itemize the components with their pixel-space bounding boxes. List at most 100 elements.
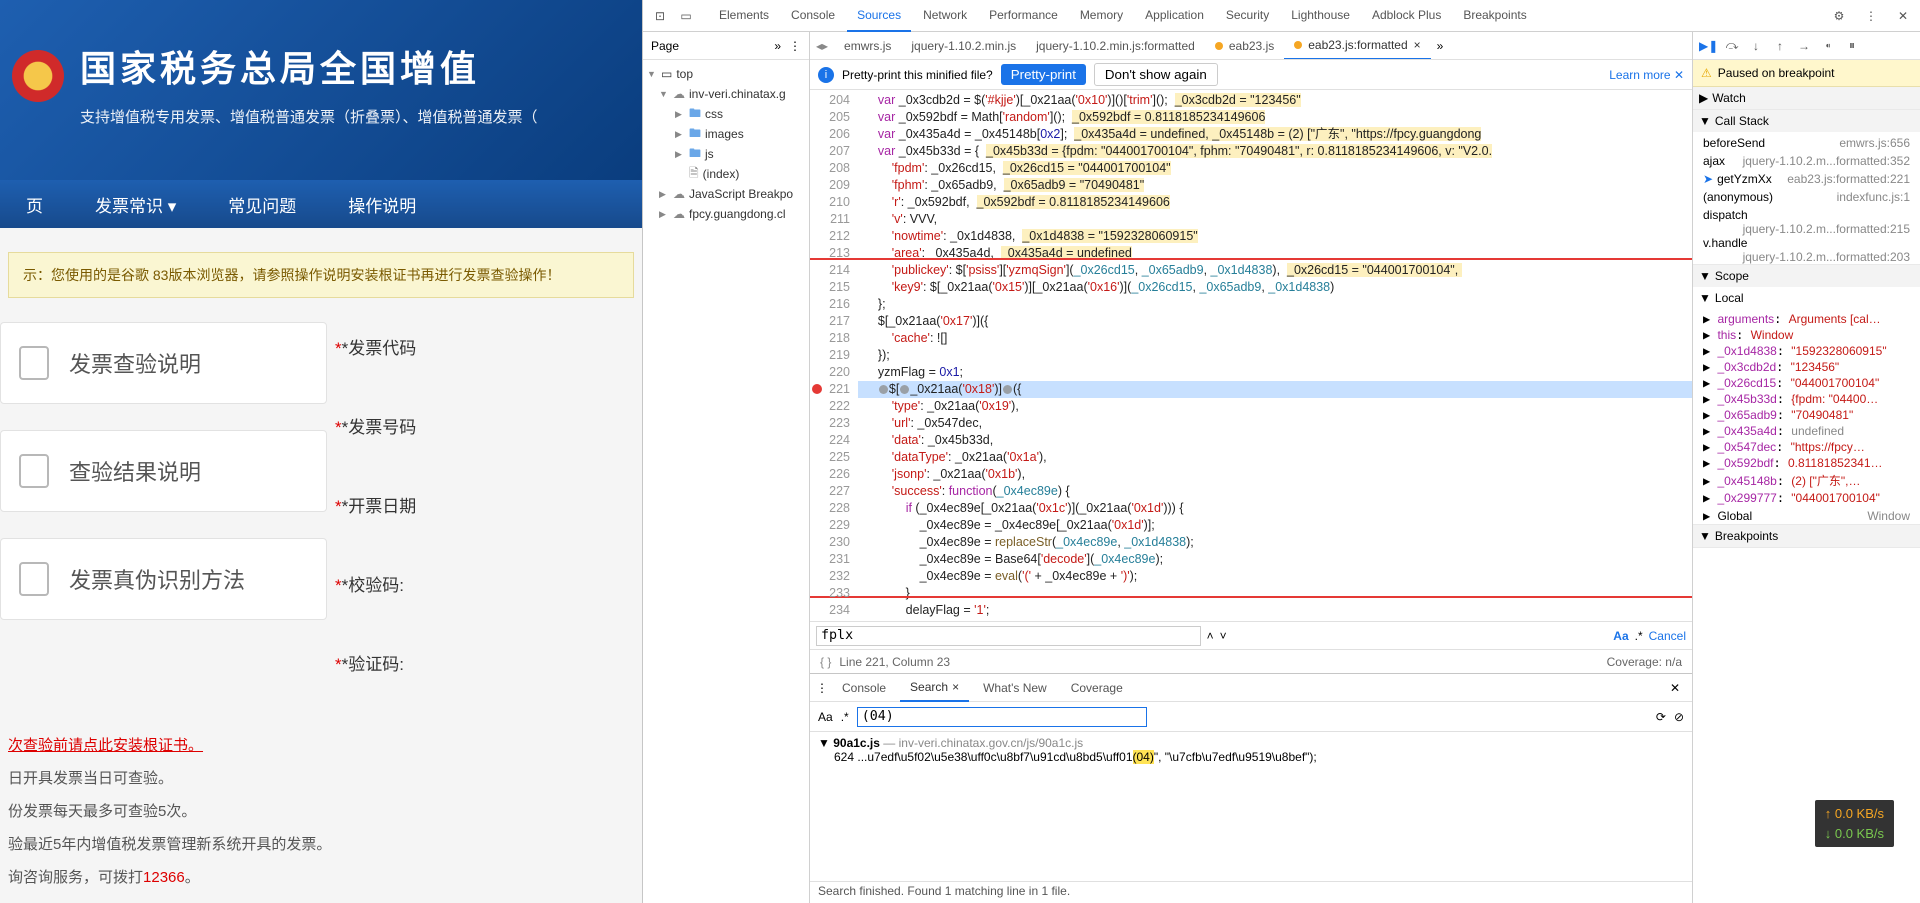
scope-variable[interactable]: ▶ this: Window (1693, 327, 1920, 343)
scope-variable[interactable]: ▶ _0x3cdb2d: "123456" (1693, 359, 1920, 375)
form-label: **校验码: (335, 571, 642, 596)
more-tabs-icon[interactable]: » (774, 39, 781, 53)
devtools-tab[interactable]: Adblock Plus (1362, 0, 1451, 32)
cert-link[interactable]: 次查验前请点此安装根证书。 (8, 737, 203, 754)
scope-variable[interactable]: ▶ _0x547dec: "https://fpcy… (1693, 439, 1920, 455)
cloud-icon: ☁ (673, 207, 685, 221)
scope-variable[interactable]: ▶ _0x26cd15: "044001700104" (1693, 375, 1920, 391)
debugger-toolbar: ▶❚ ⤼ ↓ ↑ → ⁌ ⏸ (1693, 32, 1920, 60)
search-results[interactable]: ▼ 90a1c.js — inv-veri.chinatax.gov.cn/js… (810, 732, 1692, 881)
devtools-tab[interactable]: Console (781, 0, 845, 32)
devtools-drawer: ⋮ Console Search × What's New Coverage ✕… (810, 673, 1692, 903)
devtools-tab[interactable]: Lighthouse (1281, 0, 1360, 32)
close-icon[interactable]: × (1414, 38, 1421, 52)
close-icon[interactable]: ✕ (1892, 9, 1914, 23)
drawer-tab-console[interactable]: Console (832, 675, 896, 701)
match-case-icon[interactable]: Aa (1613, 629, 1628, 643)
device-icon[interactable]: ▭ (675, 9, 697, 23)
more-tabs-left-icon[interactable]: ◂▸ (810, 39, 834, 53)
format-icon[interactable]: { } (820, 655, 839, 669)
local-scope[interactable]: ▼ Local (1693, 287, 1920, 309)
clear-icon[interactable]: ⊘ (1674, 710, 1684, 724)
callstack-frame[interactable]: getYzmXxeab23.js:formatted:221 (1693, 170, 1920, 188)
dont-show-button[interactable]: Don't show again (1094, 63, 1218, 86)
deactivate-bp-icon[interactable]: ⁌ (1819, 39, 1837, 53)
drawer-more-icon[interactable]: ⋮ (816, 681, 828, 695)
file-tab[interactable]: emwrs.js (834, 33, 901, 59)
devtools-tab[interactable]: Application (1135, 0, 1214, 32)
nav-item[interactable]: 发票常识 ▾ (69, 192, 202, 217)
watch-section[interactable]: ▶ Watch (1693, 87, 1920, 109)
nav-item[interactable]: 操作说明 (322, 192, 442, 217)
info-card[interactable]: 发票真伪识别方法 (0, 538, 327, 620)
page-notes: 次查验前请点此安装根证书。 日开具发票当日可查验。 份发票每天最多可查验5次。 … (0, 729, 642, 894)
scope-variable[interactable]: ▶ _0x299777: "044001700104" (1693, 490, 1920, 506)
more-icon[interactable]: ⋮ (1860, 9, 1882, 23)
page-header: 国家税务总局全国增值 支持增值税专用发票、增值税普通发票（折叠票）、增值税普通发… (0, 0, 642, 180)
resume-icon[interactable]: ▶❚ (1699, 39, 1717, 53)
close-icon[interactable]: ✕ (1674, 68, 1684, 82)
line-gutter[interactable]: 2042052062072082092102112122132142152162… (810, 90, 858, 621)
step-into-icon[interactable]: ↓ (1747, 39, 1765, 53)
refresh-icon[interactable]: ⟳ (1656, 710, 1666, 724)
regex-icon[interactable]: .* (841, 710, 849, 724)
next-match-icon[interactable]: ˅ (1220, 629, 1227, 643)
scope-variable[interactable]: ▶ arguments: Arguments [cal… (1693, 311, 1920, 327)
drawer-tab-whatsnew[interactable]: What's New (973, 675, 1057, 701)
learn-more-link[interactable]: Learn more ✕ (1609, 68, 1684, 82)
pause-exceptions-icon[interactable]: ⏸ (1843, 38, 1861, 53)
callstack-frame[interactable]: dispatchjquery-1.10.2.m...formatted:215 (1693, 206, 1920, 224)
info-card[interactable]: 查验结果说明 (0, 430, 327, 512)
scope-variable[interactable]: ▶ _0x592bdf: 0.81181852341… (1693, 455, 1920, 471)
devtools-tab[interactable]: Breakpoints (1453, 0, 1536, 32)
devtools-tab[interactable]: Sources (847, 0, 911, 32)
find-input[interactable] (816, 626, 1201, 646)
prev-match-icon[interactable]: ˄ (1207, 629, 1214, 643)
file-tab[interactable]: eab23.js:formatted × (1284, 32, 1430, 60)
more-tabs-icon[interactable]: » (1431, 39, 1450, 53)
cancel-find[interactable]: Cancel (1649, 629, 1686, 643)
close-drawer-icon[interactable]: ✕ (1664, 681, 1686, 695)
drawer-tab-search[interactable]: Search × (900, 674, 969, 702)
file-tab[interactable]: jquery-1.10.2.min.js:formatted (1026, 33, 1205, 59)
drawer-tab-coverage[interactable]: Coverage (1061, 675, 1133, 701)
devtools-tab[interactable]: Network (913, 0, 977, 32)
step-over-icon[interactable]: ⤼ (1723, 38, 1741, 53)
info-card[interactable]: 发票查验说明 (0, 322, 327, 404)
nav-item[interactable]: 页 (0, 192, 69, 217)
scope-variable[interactable]: ▶ _0x435a4d: undefined (1693, 423, 1920, 439)
breakpoints-section[interactable]: ▼ Breakpoints (1693, 525, 1920, 547)
devtools-tab[interactable]: Elements (709, 0, 779, 32)
more-icon[interactable]: ⋮ (789, 39, 801, 53)
settings-icon[interactable]: ⚙ (1828, 9, 1850, 23)
regex-icon[interactable]: .* (1635, 629, 1643, 643)
callstack-frame[interactable]: beforeSendemwrs.js:656 (1693, 134, 1920, 152)
nav-item[interactable]: 常见问题 (202, 192, 322, 217)
scope-global[interactable]: ▶ Global Window (1693, 508, 1920, 524)
global-search-input[interactable] (857, 707, 1147, 727)
scope-variable[interactable]: ▶ _0x45b33d: {fpdm: "04400… (1693, 391, 1920, 407)
close-icon[interactable]: × (952, 680, 959, 694)
match-case-icon[interactable]: Aa (818, 710, 833, 724)
callstack-frame[interactable]: (anonymous)indexfunc.js:1 (1693, 188, 1920, 206)
step-out-icon[interactable]: ↑ (1771, 39, 1789, 53)
scope-section[interactable]: ▼ Scope (1693, 265, 1920, 287)
file-tab[interactable]: jquery-1.10.2.min.js (901, 33, 1026, 59)
code-area[interactable]: var _0x3cdb2d = $('#kjje')[_0x21aa('0x10… (858, 90, 1692, 621)
callstack-frame[interactable]: ajaxjquery-1.10.2.m...formatted:352 (1693, 152, 1920, 170)
file-tab[interactable]: eab23.js (1205, 33, 1284, 59)
devtools-tab[interactable]: Security (1216, 0, 1279, 32)
scope-variable[interactable]: ▶ _0x1d4838: "1592328060915" (1693, 343, 1920, 359)
webpage-pane: Paused in debugger ▶❚ ⤼ 国家税务总局全国增值 支持增值税… (0, 0, 642, 903)
devtools-tab[interactable]: Performance (979, 0, 1068, 32)
callstack-section[interactable]: ▼ Call Stack (1693, 110, 1920, 132)
scope-variable[interactable]: ▶ _0x45148b: (2) ["广东",… (1693, 471, 1920, 490)
file-tabs: ◂▸ emwrs.jsjquery-1.10.2.min.jsjquery-1.… (810, 32, 1692, 60)
inspect-icon[interactable]: ⊡ (649, 9, 671, 23)
navigator-tab-page[interactable]: Page (651, 39, 679, 53)
frame-icon: ▭ (661, 67, 672, 81)
scope-variable[interactable]: ▶ _0x65adb9: "70490481" (1693, 407, 1920, 423)
step-icon[interactable]: → (1795, 39, 1813, 53)
pretty-print-button[interactable]: Pretty-print (1001, 64, 1086, 85)
devtools-tab[interactable]: Memory (1070, 0, 1133, 32)
